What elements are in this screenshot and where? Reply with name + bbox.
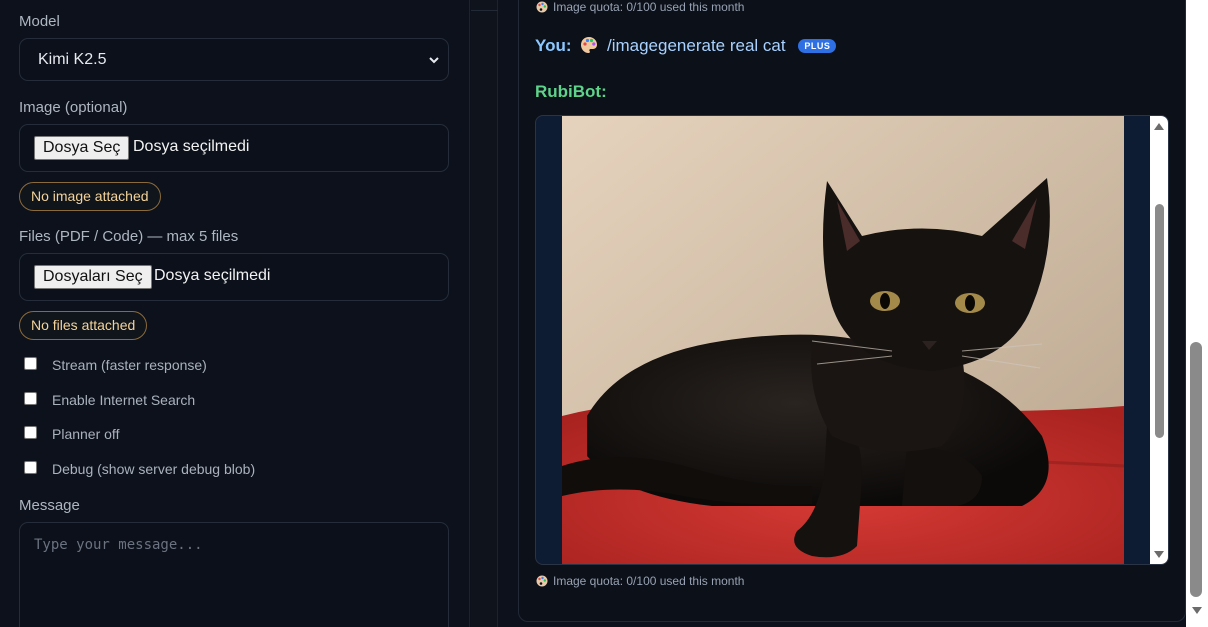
user-name: You:	[535, 36, 572, 55]
files-input: Dosyaları Seç Dosya seçilmedi	[19, 253, 449, 301]
page-scrollbar[interactable]	[1186, 0, 1208, 627]
model-select[interactable]: Kimi K2.5	[19, 38, 449, 81]
palette-icon	[581, 37, 598, 53]
image-quota-bottom: Image quota: 0/100 used this month	[536, 574, 744, 588]
scroll-down-arrow-icon[interactable]	[1191, 606, 1203, 616]
image-quota-bottom-text: Image quota: 0/100 used this month	[553, 574, 745, 588]
model-select-value: Kimi K2.5	[38, 51, 107, 68]
image-label: Image (optional)	[19, 99, 128, 116]
panel-divider	[471, 0, 498, 627]
image-attachment-pill: No image attached	[19, 182, 161, 211]
image-quota-top: Image quota: 0/100 used this month	[536, 0, 744, 14]
debug-option-label: Debug (show server debug blob)	[52, 461, 256, 477]
internet-search-option-label: Enable Internet Search	[52, 392, 196, 408]
image-scrollbar-thumb[interactable]	[1155, 204, 1164, 438]
files-attachment-pill: No files attached	[19, 311, 148, 340]
files-status: Dosya seçilmedi	[154, 267, 271, 284]
app-root: Model Kimi K2.5 Image (optional) Dosya S…	[0, 0, 1208, 627]
scroll-down-arrow-icon[interactable]	[1153, 550, 1165, 560]
files-label: Files (PDF / Code) — max 5 files	[19, 228, 239, 245]
page-scrollbar-thumb[interactable]	[1190, 342, 1202, 597]
scroll-up-arrow-icon[interactable]	[1153, 121, 1165, 131]
message-label: Message	[19, 497, 80, 514]
model-label: Model	[19, 13, 60, 30]
stream-checkbox[interactable]	[24, 357, 37, 370]
chat-panel: Image quota: 0/100 used this month You: …	[498, 0, 1186, 627]
planner-option-label: Planner off	[52, 426, 120, 442]
files-choose-button[interactable]: Dosyaları Seç	[34, 265, 152, 289]
divider-top-edge	[471, 0, 498, 11]
generated-image-container[interactable]	[535, 115, 1169, 565]
plus-badge: PLUS	[798, 39, 837, 53]
image-file-input: Dosya Seç Dosya seçilmedi	[19, 124, 449, 172]
chevron-down-icon	[429, 57, 439, 64]
generated-cat-image	[562, 116, 1124, 564]
image-choose-button[interactable]: Dosya Seç	[34, 136, 130, 160]
debug-checkbox[interactable]	[24, 461, 37, 474]
palette-icon	[536, 575, 548, 587]
palette-icon	[536, 1, 548, 13]
internet-search-checkbox[interactable]	[24, 392, 37, 405]
image-quota-top-text: Image quota: 0/100 used this month	[553, 0, 745, 14]
message-placeholder: Type your message...	[34, 537, 203, 553]
message-input[interactable]: Type your message...	[19, 522, 449, 627]
settings-panel: Model Kimi K2.5 Image (optional) Dosya S…	[0, 0, 470, 627]
planner-checkbox[interactable]	[24, 426, 37, 439]
image-file-status: Dosya seçilmedi	[133, 138, 250, 155]
bot-name: RubiBot:	[535, 82, 607, 101]
user-command: /imagegenerate real cat	[606, 36, 786, 55]
user-message: You: /imagegenerate real cat PLUS	[535, 36, 837, 56]
image-scrollbar[interactable]	[1150, 116, 1168, 564]
stream-option-label: Stream (faster response)	[52, 357, 207, 373]
